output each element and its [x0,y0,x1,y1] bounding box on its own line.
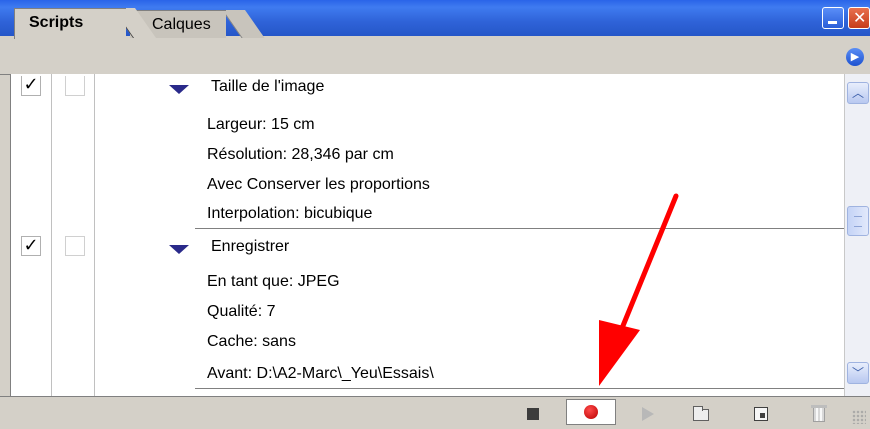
annotation-arrow [599,193,679,386]
